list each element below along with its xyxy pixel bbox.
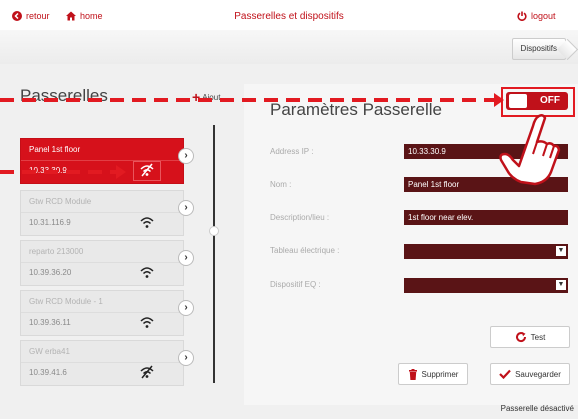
gateway-name: reparto 213000	[29, 247, 84, 256]
toggle-label: OFF	[540, 95, 560, 106]
gateway-name: GW erba41	[29, 347, 70, 356]
gateway-ip: 10.31.116.9	[29, 218, 71, 227]
annotation-arrow-head	[494, 93, 504, 107]
checkmark-icon	[499, 369, 511, 379]
ip-label: Address IP :	[270, 147, 314, 156]
dispositifs-tab[interactable]: Dispositifs	[511, 38, 566, 60]
gateways-title: Passerelles	[20, 86, 108, 105]
refresh-icon	[515, 332, 526, 343]
chevron-down-icon: ▼	[556, 280, 566, 290]
toggle-knob	[509, 94, 527, 108]
description-field[interactable]: 1st floor near elev.	[404, 210, 568, 225]
chevron-down-icon: ▼	[556, 246, 566, 256]
params-title: Paramètres Passerelle	[270, 100, 442, 119]
delete-button[interactable]: Supprimer	[398, 363, 468, 385]
card-divider	[21, 212, 183, 213]
page-title: Passerelles et dispositifs	[234, 11, 344, 22]
scrollbar-handle[interactable]	[209, 226, 219, 236]
gateway-ip: 10.39.36.20	[29, 268, 72, 277]
gateway-open-button[interactable]: ›	[178, 250, 194, 266]
card-divider	[21, 262, 183, 263]
list-scrollbar[interactable]	[213, 125, 215, 383]
wifi-icon	[140, 217, 154, 228]
name-label: Nom :	[270, 180, 292, 189]
power-icon	[517, 11, 527, 21]
gateway-item[interactable]: Gtw RCD Module 10.31.116.9 ›	[20, 190, 194, 236]
test-label: Test	[530, 332, 546, 342]
gateway-open-button[interactable]: ›	[178, 350, 194, 366]
annotation-dashed-line-top	[0, 98, 500, 102]
gateway-name: Gtw RCD Module	[29, 197, 92, 206]
panel-label: Tableau électrique :	[270, 246, 340, 255]
gateway-item[interactable]: GW erba41 10.39.41.6 ›	[20, 340, 194, 386]
wifi-icon	[140, 317, 154, 328]
wifi-off-icon	[140, 365, 154, 379]
wifi-off-icon	[140, 163, 154, 177]
gateway-open-button[interactable]: ›	[178, 300, 194, 316]
gateway-open-button[interactable]: ›	[178, 200, 194, 216]
gateway-name: Gtw RCD Module - 1	[29, 297, 103, 306]
card-divider	[21, 312, 183, 313]
card-divider	[21, 362, 183, 363]
description-label: Description/lieu :	[270, 213, 330, 222]
gateway-item[interactable]: Gtw RCD Module - 1 10.39.36.11 ›	[20, 290, 194, 336]
delete-label: Supprimer	[421, 369, 459, 379]
gateway-ip: 10.39.36.11	[29, 318, 71, 327]
device-eq-select[interactable]: ▼	[404, 278, 568, 293]
gateway-enable-toggle[interactable]: OFF	[506, 92, 568, 110]
save-button[interactable]: Sauvegarder	[490, 363, 570, 385]
test-button[interactable]: Test	[490, 326, 570, 348]
top-bar: retour home Passerelles et dispositifs l…	[0, 0, 578, 30]
gateway-ip: 10.39.41.6	[29, 368, 67, 377]
wifi-icon	[140, 267, 154, 278]
gateway-item[interactable]: reparto 213000 10.39.36.20 ›	[20, 240, 194, 286]
gateway-item[interactable]: Panel 1st floor 10.33.30.9 ›	[20, 138, 194, 184]
pointer-hand-icon	[499, 114, 561, 186]
gateway-name: Panel 1st floor	[29, 145, 81, 154]
sub-bar: Dispositifs	[0, 30, 578, 65]
logout-link[interactable]: logout	[517, 11, 556, 21]
gateway-open-button[interactable]: ›	[178, 148, 194, 164]
trash-icon	[408, 368, 417, 380]
annotation-arrow-head	[116, 165, 126, 179]
logout-label: logout	[531, 11, 556, 21]
annotation-dashed-line-left	[0, 170, 118, 174]
panel-select[interactable]: ▼	[404, 244, 568, 259]
save-label: Sauvegarder	[515, 369, 561, 379]
status-text: Passerelle désactivé	[500, 404, 574, 413]
device-eq-label: Dispositif EQ :	[270, 280, 321, 289]
